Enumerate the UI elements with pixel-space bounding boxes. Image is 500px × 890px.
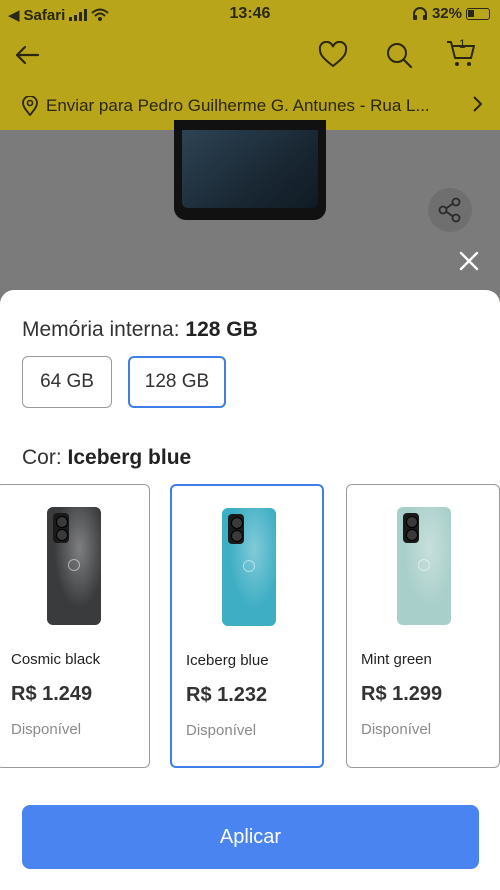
share-button[interactable]: [428, 188, 472, 232]
cart-count: 1: [459, 37, 466, 51]
color-label: Cor:: [22, 446, 68, 469]
search-icon: [387, 43, 413, 69]
status-bar: ◀ Safari 13:46 32%: [0, 0, 500, 30]
brand-logo: [243, 560, 255, 572]
product-image-screen: [182, 130, 318, 208]
color-section-title: Cor: Iceberg blue: [22, 446, 191, 470]
status-right: 32%: [412, 5, 490, 22]
headphones-icon: [412, 6, 427, 20]
color-option-cosmic-black[interactable]: Cosmic black R$ 1.249 Disponível: [0, 484, 150, 768]
memory-selected-value: 128 GB: [185, 318, 258, 341]
apply-button[interactable]: Aplicar: [22, 805, 479, 869]
brand-logo: [68, 559, 80, 571]
share-icon: [438, 197, 461, 223]
memory-section-title: Memória interna: 128 GB: [22, 318, 258, 342]
memory-label: Memória interna:: [22, 318, 186, 341]
search-button[interactable]: [382, 38, 416, 72]
color-option-mint-green[interactable]: Mint green R$ 1.299 Disponível: [346, 484, 500, 768]
back-button[interactable]: [10, 38, 44, 72]
nav-row: 1: [0, 30, 500, 82]
battery-icon: [466, 7, 490, 20]
color-price: R$ 1.299: [361, 683, 443, 705]
favorite-button[interactable]: [316, 38, 350, 72]
color-name: Mint green: [361, 651, 432, 668]
color-selected-value: Iceberg blue: [67, 446, 192, 469]
close-icon: [459, 251, 479, 271]
memory-option-128gb[interactable]: 128 GB: [128, 356, 226, 408]
shipping-address-text: Enviar para Pedro Guilherme G. Antunes -…: [46, 96, 430, 115]
color-option-iceberg-blue[interactable]: Iceberg blue R$ 1.232 Disponível: [170, 484, 324, 768]
color-price: R$ 1.249: [11, 683, 93, 705]
color-availability: Disponível: [361, 721, 432, 738]
close-sheet-button[interactable]: [452, 244, 486, 278]
heart-icon: [318, 41, 348, 68]
camera-module: [403, 513, 419, 543]
camera-module: [53, 513, 69, 543]
arrow-left-icon: [15, 45, 40, 65]
color-name: Iceberg blue: [186, 652, 269, 669]
memory-option-label: 128 GB: [144, 371, 210, 392]
memory-option-label: 64 GB: [40, 371, 94, 392]
color-price: R$ 1.232: [186, 684, 268, 706]
cart-button[interactable]: 1: [444, 36, 478, 70]
color-availability: Disponível: [186, 722, 257, 739]
brand-logo: [418, 559, 430, 571]
battery-percent: 32%: [431, 5, 462, 22]
color-availability: Disponível: [11, 721, 82, 738]
color-name: Cosmic black: [11, 651, 101, 668]
location-pin-icon: [22, 96, 38, 116]
camera-module: [228, 514, 244, 544]
memory-option-64gb[interactable]: 64 GB: [22, 356, 112, 408]
chevron-right-icon: [473, 96, 483, 112]
variant-selection-sheet: Memória interna: 128 GB 64 GB 128 GB Cor…: [0, 290, 500, 890]
